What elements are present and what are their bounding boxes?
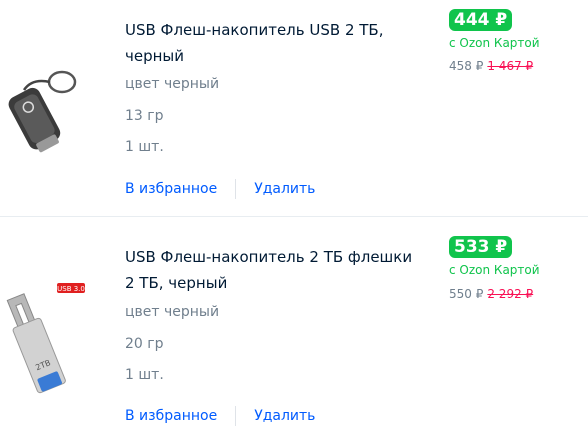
cart-item: USB Флеш-накопитель USB 2 ТБ, черный цве… (0, 0, 588, 217)
ozon-card-label: с Ozon Картой (449, 36, 540, 50)
crossed-out-price: 1 467 ₽ (487, 59, 534, 73)
product-image[interactable]: USB 3.0 2TB (2, 279, 97, 399)
product-weight: 13 гр (125, 108, 164, 124)
product-color: цвет черный (125, 304, 220, 320)
actions-divider (235, 406, 237, 426)
actions-divider (235, 179, 237, 199)
product-image[interactable] (2, 60, 97, 180)
price-without-card: 550 ₽2 292 ₽ (449, 287, 533, 301)
ozon-card-label: с Ozon Картой (449, 263, 540, 277)
ozon-card-price: 533 ₽ (449, 236, 513, 258)
crossed-out-price: 2 292 ₽ (487, 287, 534, 301)
product-quantity: 1 шт. (125, 139, 164, 155)
item-actions: В избранное Удалить (125, 406, 315, 426)
regular-price: 550 ₽ (449, 287, 484, 301)
product-quantity: 1 шт. (125, 367, 164, 383)
usb-version-badge: USB 3.0 (57, 285, 85, 293)
product-title[interactable]: USB Флеш-накопитель USB 2 ТБ, черный (125, 17, 415, 69)
price-without-card: 458 ₽1 467 ₽ (449, 59, 533, 73)
regular-price: 458 ₽ (449, 59, 484, 73)
add-to-favorites-link[interactable]: В избранное (125, 408, 217, 424)
cart-item: USB 3.0 2TB USB Флеш-накопитель 2 ТБ фле… (0, 217, 588, 434)
product-title[interactable]: USB Флеш-накопитель 2 ТБ флешки 2 ТБ, че… (125, 244, 415, 296)
delete-link[interactable]: Удалить (254, 408, 315, 424)
delete-link[interactable]: Удалить (254, 181, 315, 197)
ozon-card-price: 444 ₽ (449, 9, 513, 31)
product-color: цвет черный (125, 76, 220, 92)
product-weight: 20 гр (125, 336, 164, 352)
item-actions: В избранное Удалить (125, 179, 315, 199)
add-to-favorites-link[interactable]: В избранное (125, 181, 217, 197)
